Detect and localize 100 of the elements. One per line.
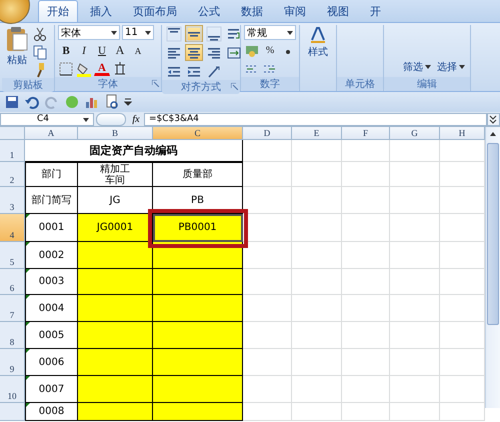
grid-cell[interactable] (342, 269, 390, 295)
grid-cell[interactable] (292, 140, 342, 162)
grid-cell[interactable] (390, 269, 440, 295)
table-cell[interactable] (153, 269, 243, 295)
table-cell[interactable] (153, 349, 243, 376)
print-preview-icon[interactable] (104, 94, 120, 110)
bold-button[interactable]: B (58, 42, 74, 59)
table-cell[interactable]: 0008 (25, 403, 78, 421)
name-box[interactable]: C4 (0, 112, 94, 126)
row-header[interactable]: 6 (0, 269, 25, 295)
table-cell[interactable]: 质量部 (153, 162, 243, 187)
column-header[interactable]: B (78, 127, 153, 140)
shrink-button[interactable]: A (130, 42, 146, 59)
font-name-dropdown[interactable]: 宋体 (58, 25, 120, 40)
grid-cell[interactable] (292, 295, 342, 322)
ribbon-tab[interactable]: 数据 (232, 0, 272, 22)
grid-cell[interactable] (292, 242, 342, 269)
row-header[interactable]: 1 (0, 140, 25, 162)
grid-cell[interactable] (342, 295, 390, 322)
grid-cell[interactable] (342, 140, 390, 162)
row-header[interactable] (0, 403, 25, 421)
ribbon-tab[interactable]: 开 (361, 0, 390, 22)
grid-cell[interactable] (390, 140, 440, 162)
grid-cell[interactable] (243, 322, 292, 349)
grid-cell[interactable] (342, 162, 390, 187)
grid-cell[interactable] (243, 349, 292, 376)
grid-cell[interactable] (292, 322, 342, 349)
column-header[interactable]: D (243, 127, 292, 140)
grid-cell[interactable] (390, 162, 440, 187)
table-cell[interactable]: 0007 (25, 376, 78, 403)
grid-cell[interactable] (390, 403, 440, 421)
caret-icon[interactable] (83, 118, 89, 122)
table-cell[interactable]: 0004 (25, 295, 78, 322)
grid-cell[interactable] (342, 187, 390, 214)
row-header[interactable]: 9 (0, 349, 25, 376)
row-header[interactable]: 10 (0, 376, 25, 403)
launcher-icon[interactable] (231, 83, 238, 90)
table-cell[interactable]: 0003 (25, 269, 78, 295)
row-header[interactable]: 7 (0, 295, 25, 322)
grid-cell[interactable] (292, 349, 342, 376)
grid-cell[interactable] (243, 140, 292, 162)
grid-cell[interactable] (390, 322, 440, 349)
dropdown-button[interactable]: 筛选 (401, 60, 433, 74)
grid-cell[interactable] (243, 187, 292, 214)
launcher-icon[interactable] (152, 80, 159, 87)
grid-cell[interactable] (243, 214, 292, 242)
grid-cell[interactable] (292, 403, 342, 421)
column-header[interactable]: G (390, 127, 440, 140)
borders-icon[interactable] (58, 61, 74, 77)
table-cell[interactable]: JG0001 (78, 214, 153, 242)
grid-cell[interactable] (390, 187, 440, 214)
column-header[interactable]: E (292, 127, 342, 140)
select-all-corner[interactable] (0, 127, 25, 140)
column-header[interactable]: A (25, 127, 78, 140)
align-top-button[interactable] (165, 25, 183, 42)
table-cell[interactable]: 0005 (25, 322, 78, 349)
undo-icon[interactable] (24, 94, 40, 110)
vertical-scrollbar[interactable] (485, 127, 500, 408)
table-cell[interactable]: 0001 (25, 214, 78, 242)
grid-cell[interactable] (243, 162, 292, 187)
ribbon-tab[interactable]: 视图 (318, 0, 358, 22)
grid-cell[interactable] (342, 214, 390, 242)
insert-function-button[interactable]: fx (128, 114, 144, 124)
grow-button[interactable]: A (112, 42, 128, 59)
grid-cell[interactable] (342, 349, 390, 376)
grid-cell[interactable] (390, 214, 440, 242)
column-header[interactable]: C (153, 127, 243, 140)
fill-bucket-icon[interactable] (76, 61, 92, 77)
table-cell[interactable]: 0002 (25, 242, 78, 269)
copy-icon[interactable] (32, 44, 48, 60)
font-size-dropdown[interactable]: 11 (122, 25, 154, 40)
grid-cell[interactable] (292, 214, 342, 242)
formula-field[interactable]: =$C$3&A4 (144, 112, 487, 126)
table-cell[interactable] (153, 403, 243, 421)
table-cell[interactable] (78, 295, 153, 322)
save-icon[interactable] (4, 94, 20, 110)
expand-icon[interactable] (487, 112, 500, 126)
table-cell[interactable]: JG (78, 187, 153, 214)
styles-button[interactable]: 样式 (306, 45, 330, 59)
align-middle-button[interactable] (185, 25, 203, 42)
row-header[interactable]: 5 (0, 242, 25, 269)
customize-caret-icon[interactable] (124, 97, 132, 107)
underline-button[interactable]: U (94, 42, 110, 59)
paste-button[interactable]: 粘贴 (5, 25, 29, 78)
table-cell[interactable] (78, 403, 153, 421)
grid-cell[interactable] (243, 295, 292, 322)
table-cell[interactable] (153, 295, 243, 322)
styles-icon[interactable] (309, 25, 327, 43)
phonetic-guide-icon[interactable] (112, 61, 128, 77)
grid-cell[interactable] (292, 269, 342, 295)
grid-cell[interactable] (390, 349, 440, 376)
grid-cell[interactable] (292, 376, 342, 403)
table-cell[interactable] (78, 349, 153, 376)
italic-button[interactable]: I (76, 42, 92, 59)
percent-button[interactable]: % (262, 42, 278, 59)
row-header[interactable]: 2 (0, 162, 25, 187)
grid-cell[interactable] (243, 269, 292, 295)
grid-cell[interactable] (342, 376, 390, 403)
row-header[interactable]: 3 (0, 187, 25, 214)
table-cell[interactable]: 精加工 车间 (78, 162, 153, 187)
